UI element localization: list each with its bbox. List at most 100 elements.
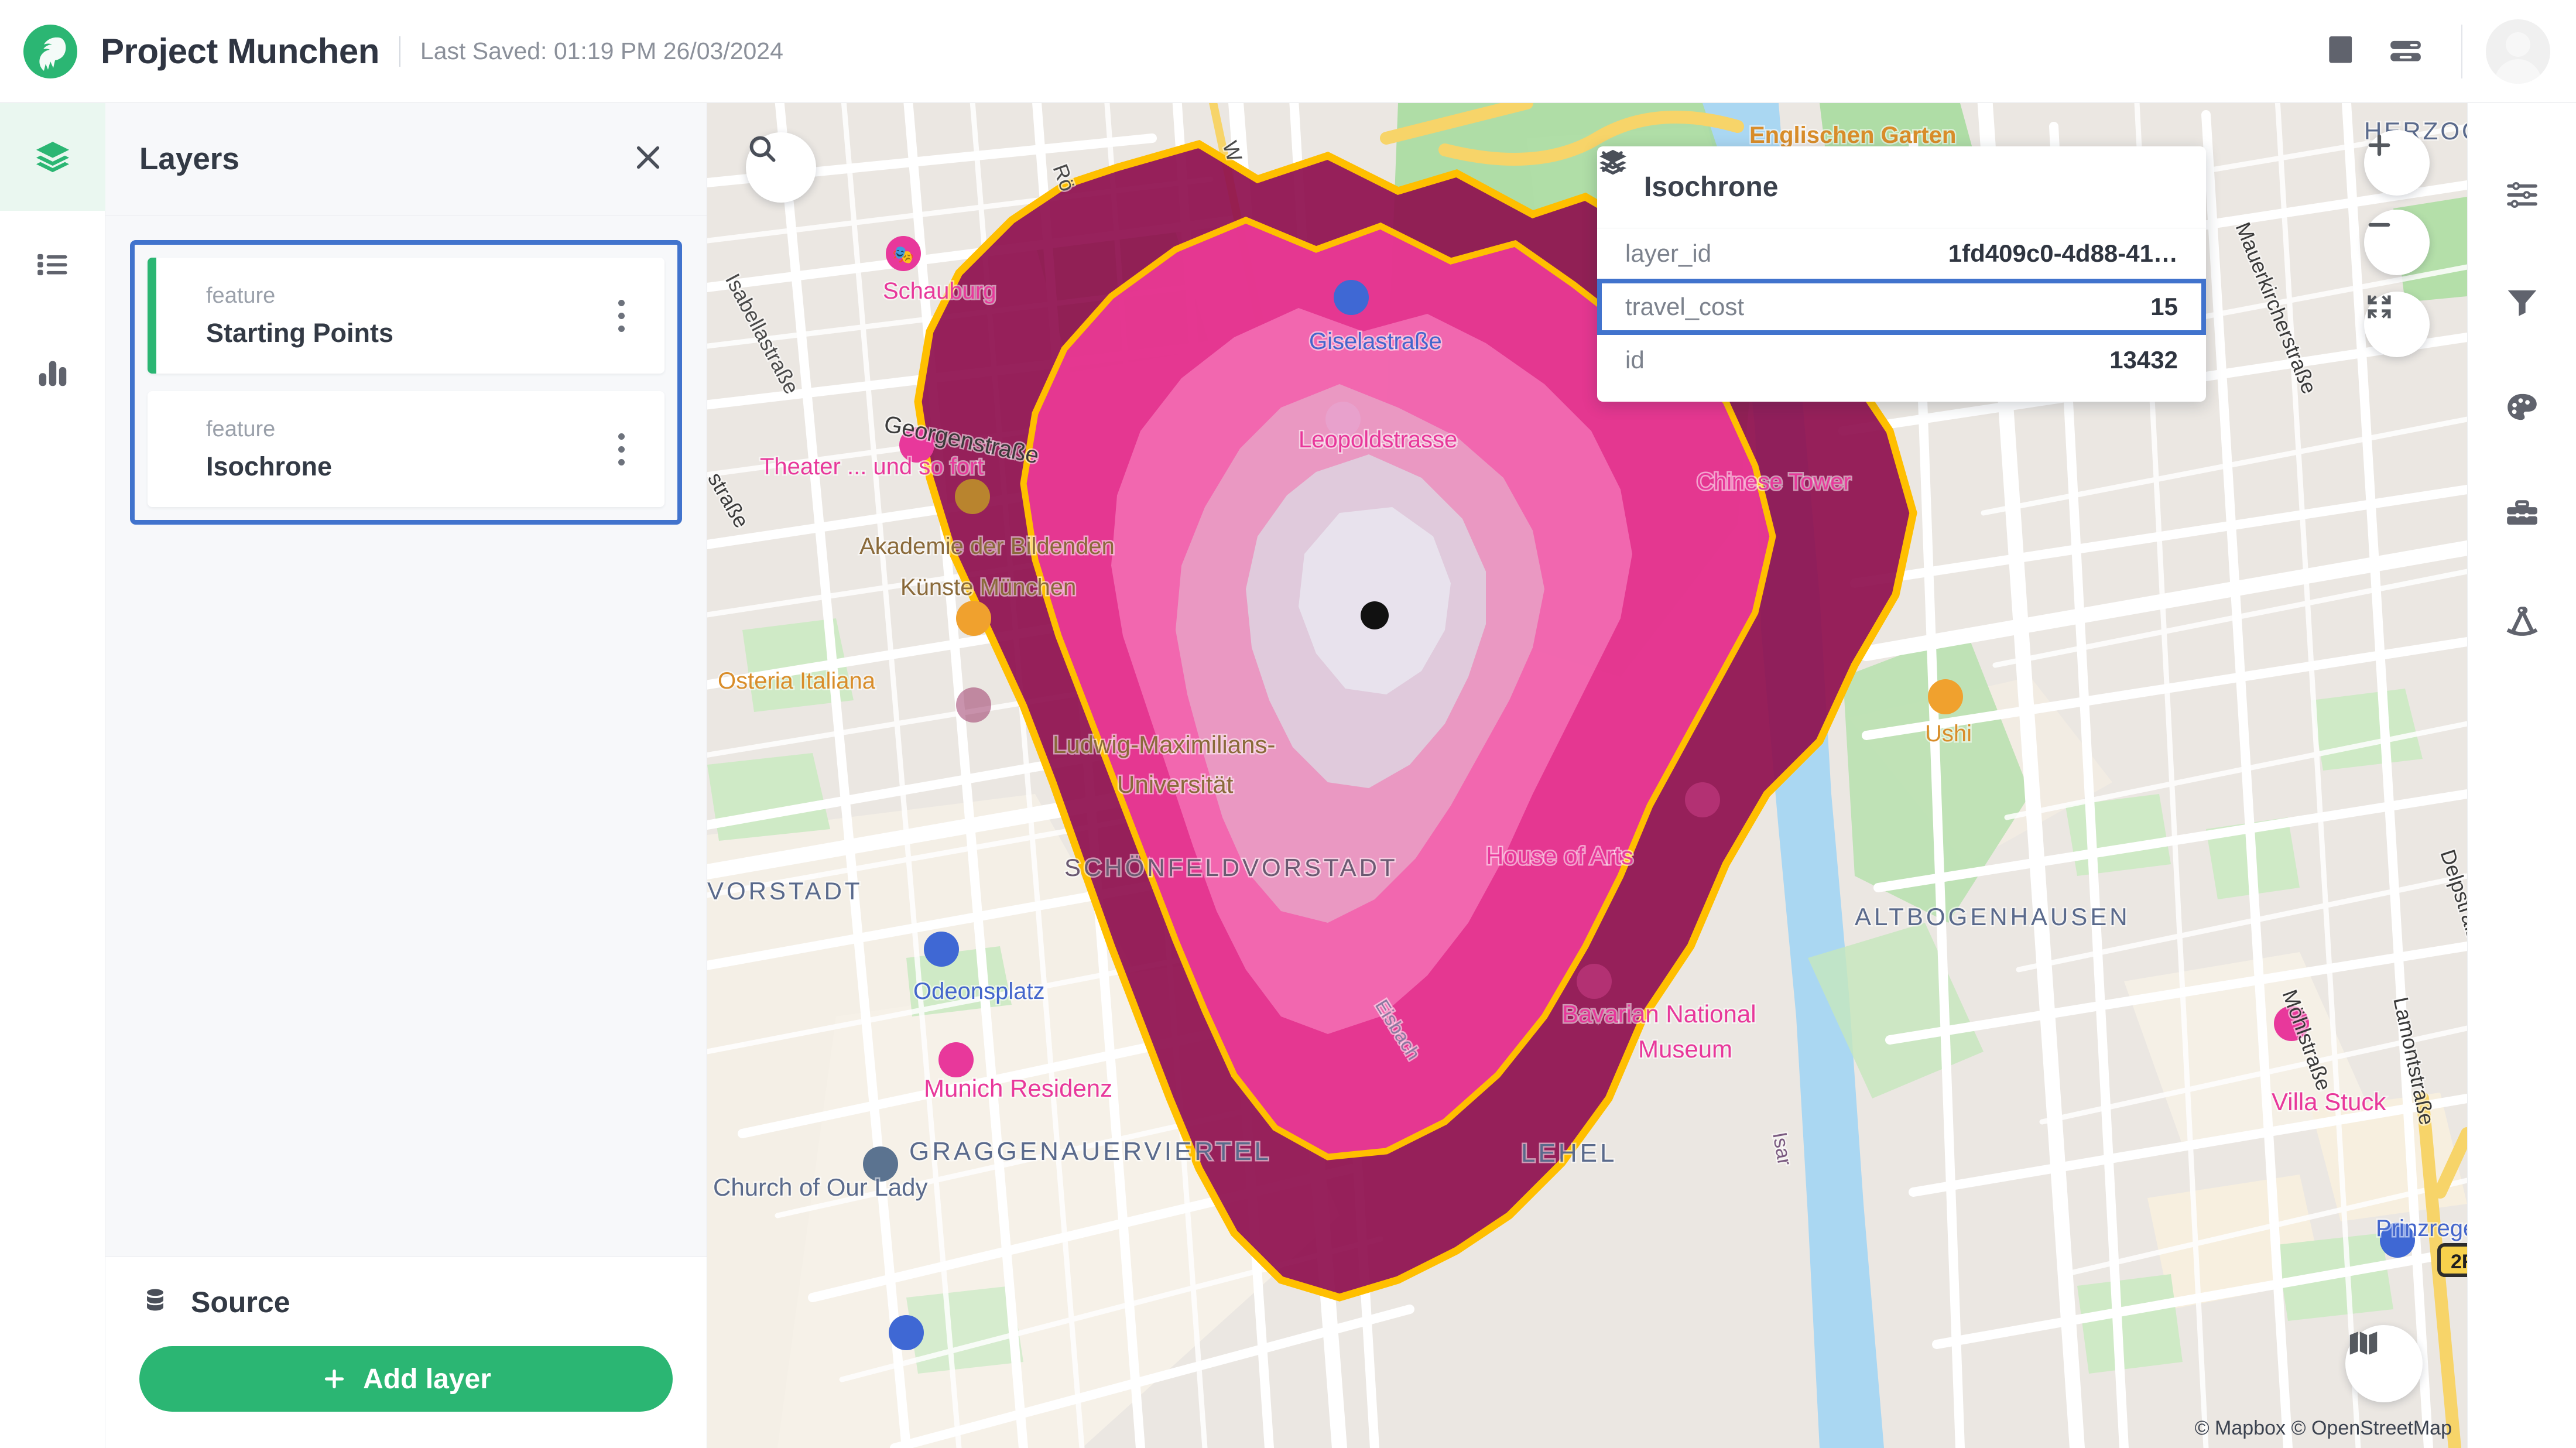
layers-panel-footer: Source Add layer [105,1257,707,1448]
attribute-value: 13432 [2109,346,2178,374]
table-row[interactable]: layer_id 1fd409c0-4d88-41… [1597,228,2206,279]
popup-attribute-table: layer_id 1fd409c0-4d88-41… travel_cost 1… [1597,228,2206,402]
filter-button[interactable] [2468,248,2576,355]
map-label: Church of Our Lady [713,1173,928,1201]
feature-popup: Isochrone layer_id 1fd409c0-4d88-41… tra… [1597,146,2206,402]
attribute-key: id [1625,346,1645,374]
toolbox-icon [2507,500,2537,525]
layer-kind: feature [206,416,276,441]
attribute-value: 1fd409c0-4d88-41… [1948,239,2178,267]
map-label: Akademie der Bildenden [859,533,1115,559]
source-section: Source [139,1285,673,1319]
map-label: Universität [1117,771,1234,798]
basemap-switch-button[interactable] [2345,1325,2423,1402]
layer-accent-bar [148,258,156,374]
sidebar-item-layers[interactable] [0,103,105,211]
sidebar-item-charts[interactable] [0,319,105,426]
palette-icon [2508,393,2537,420]
map-label: Munich Residenz [924,1074,1112,1102]
dashboard-icon[interactable] [2373,19,2438,84]
layer-menu-icon[interactable] [618,433,625,465]
map-label: House of Arts [1486,842,1633,870]
map-label: Ludwig-Maximilians- [1053,731,1275,758]
add-layer-label: Add layer [363,1363,491,1395]
layers-panel-header: Layers [105,103,707,215]
map-label: LEHEL [1521,1139,1617,1168]
fit-bounds-button[interactable] [2364,292,2430,357]
layer-name: Isochrone [206,451,333,481]
app-root: Project Munchen Last Saved: 01:19 PM 26/… [0,0,2576,1448]
left-icon-rail [0,103,105,1448]
zoom-in-button[interactable] [2364,130,2430,196]
source-label: Source [191,1286,290,1319]
toolbox-button[interactable] [2468,461,2576,568]
map-icon [2349,1331,2378,1355]
search-icon [749,136,776,162]
attribute-key: layer_id [1625,239,1712,267]
map-label: Osteria Italiana [718,668,876,694]
toolbar-divider [2461,24,2462,78]
app-logo[interactable] [23,24,77,78]
highway-shield: 2R [2437,1243,2467,1277]
map-label: Prinzregentenplatz [2376,1216,2467,1241]
sliders-icon [2507,182,2537,208]
right-toolbar [2467,103,2576,1448]
add-layer-button[interactable]: Add layer [139,1346,673,1412]
svg-text:🎭: 🎭 [892,245,914,265]
map-label: Schauburg [883,278,996,304]
map-label: Theater ... und so fort [760,454,984,480]
layers-panel: Layers feature Starting Points feature I… [105,103,707,1448]
layer-name: Starting Points [206,317,394,348]
map-label: Bavarian National [1562,1000,1756,1028]
search-button[interactable] [746,132,816,203]
plus-icon [325,1369,344,1389]
map-attribution: © Mapbox © OpenStreetMap [2194,1417,2452,1439]
layer-kind: feature [206,283,276,308]
starting-point-marker [1361,601,1389,629]
sidebar-item-legend[interactable] [0,211,105,319]
map-label: Chinese Tower [1697,469,1851,495]
table-row[interactable]: id 13432 [1597,335,2206,385]
map-label: Leopoldstrasse [1299,427,1457,453]
last-saved-text: Last Saved: 01:19 PM 26/03/2024 [420,37,783,64]
compress-icon [2368,295,2391,319]
close-icon[interactable] [632,141,664,177]
minus-icon [2368,222,2390,227]
popup-title: Isochrone [1644,172,1779,203]
layers-panel-body: feature Starting Points feature Isochron… [105,215,707,1257]
top-bar: Project Munchen Last Saved: 01:19 PM 26/… [0,0,2576,103]
top-bar-actions [2309,19,2550,84]
popup-header: Isochrone [1597,146,2206,228]
map-label: Giselastraße [1309,328,1442,354]
list-item[interactable]: feature Starting Points [148,258,664,374]
map-label: VORSTADT [707,877,863,905]
map-label: Ushi [1925,721,1972,747]
properties-button[interactable] [2468,142,2576,248]
attribute-key: travel_cost [1625,293,1745,320]
style-button[interactable] [2468,355,2576,461]
map-label: ALTBOGENHAUSEN [1855,903,2130,930]
avatar[interactable] [2486,19,2550,84]
compass-tool-icon [2506,607,2538,636]
map-label: Künste München [900,574,1076,600]
zoom-out-button[interactable] [2364,210,2430,275]
map-canvas[interactable]: 🎭 2 Englischen Garten H RZO Isabellastra… [707,103,2467,1448]
book-icon[interactable] [2309,19,2373,84]
attribute-value: 15 [2150,293,2178,320]
map-label: Odeonsplatz [913,978,1045,1004]
layers-icon [36,142,70,173]
map-label: Villa Stuck [2272,1088,2386,1115]
filter-icon [2508,290,2537,316]
measure-button[interactable] [2468,568,2576,675]
plus-icon [2368,134,2390,156]
svg-text:2R: 2R [2451,1251,2467,1273]
map-label: SCHÖNFELDVORSTADT [1064,854,1398,881]
bar-chart-icon [39,361,67,386]
layer-menu-icon[interactable] [618,299,625,332]
map-label: Museum [1638,1035,1732,1063]
map-label: GRAGGENAUERVIERTEL [909,1137,1272,1166]
table-row[interactable]: travel_cost 15 [1597,279,2206,335]
list-item[interactable]: feature Isochrone [148,391,664,507]
layers-panel-title: Layers [139,142,239,176]
map-label: Englischen Garten [1749,122,1956,148]
